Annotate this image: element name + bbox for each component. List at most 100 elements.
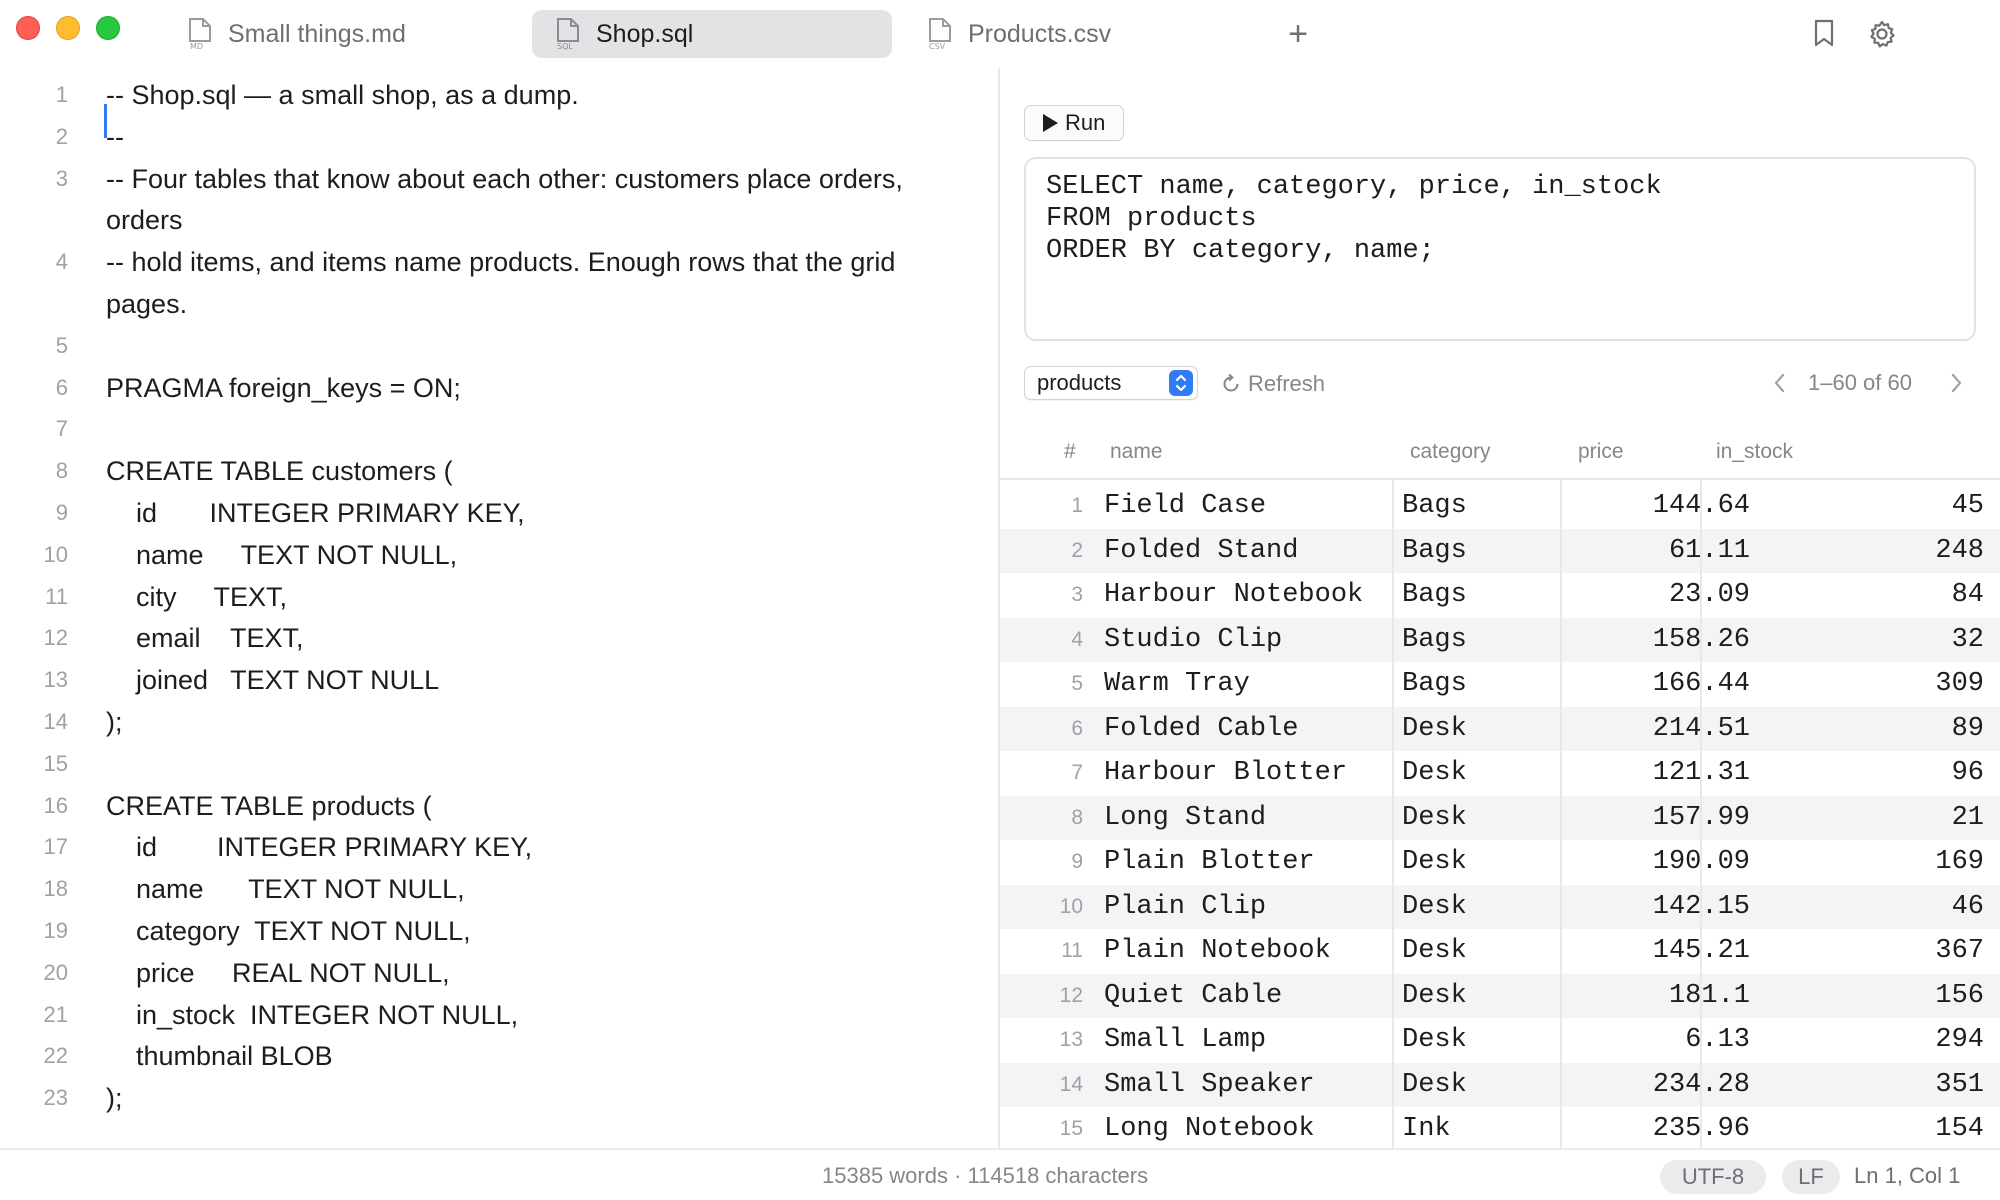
cell-price: 157.99	[1570, 796, 1750, 840]
chevron-updown-icon	[1169, 370, 1193, 396]
line-ending-button[interactable]: LF	[1782, 1160, 1840, 1194]
row-number: 6	[1071, 716, 1083, 740]
code-line: PRAGMA foreign_keys = ON;	[106, 372, 461, 403]
table-row[interactable]: 5 Warm Tray Bags 166.44 309	[1000, 662, 2000, 706]
cell-name: Studio Clip	[1104, 624, 1283, 655]
table-row[interactable]: 2 Folded Stand Bags 61.11 248	[1000, 528, 2000, 573]
status-bar: 15385 words · 114518 characters UTF-8 LF…	[0, 1148, 2000, 1200]
cell-in-stock: 367	[1935, 936, 1984, 966]
cell-name: Folded Stand	[1104, 535, 1299, 566]
cell-in-stock: 351	[1935, 1069, 1984, 1100]
cell-price: 121.31	[1570, 751, 1750, 795]
code-editor[interactable]: 1 2 3 4 5 6 7 8 9 10 11 12 13 14 15 16 17 18 19 20 21 22 23 --…	[0, 68, 1000, 1148]
cell-category: Desk	[1402, 1025, 1467, 1055]
cell-in-stock: 169	[1935, 847, 1984, 877]
chevron-right-icon[interactable]	[1946, 370, 1966, 396]
cell-name: Quiet Cable	[1104, 980, 1283, 1011]
cell-name: Small Speaker	[1104, 1069, 1315, 1100]
encoding-button[interactable]: UTF-8	[1660, 1160, 1766, 1194]
zoom-window-button[interactable]	[96, 16, 120, 40]
table-row[interactable]: 14 Small Speaker Desk 234.28 351	[1000, 1062, 2000, 1107]
tab-small-things-md[interactable]: MD Small things.md	[170, 10, 470, 58]
table-row[interactable]: 7 Harbour Blotter Desk 121.31 96	[1000, 751, 2000, 795]
refresh-button[interactable]: Refresh	[1220, 368, 1325, 400]
table-row[interactable]: 13 Small Lamp Desk 6.13 294	[1000, 1018, 2000, 1062]
column-header-name[interactable]: name	[1110, 440, 1163, 464]
table-row[interactable]: 1 Field Case Bags 144.64 45	[1000, 484, 2000, 528]
column-header-category[interactable]: category	[1410, 440, 1491, 464]
row-number: 13	[1059, 1028, 1083, 1051]
table-row[interactable]: 12 Quiet Cable Desk 181.1 156	[1000, 973, 2000, 1018]
code-line: category TEXT NOT NULL,	[106, 916, 471, 946]
cell-name: Small Lamp	[1104, 1025, 1267, 1055]
row-number: 11	[1061, 939, 1083, 962]
query-line: SELECT name, category, price, in_stock	[1046, 172, 1662, 202]
table-select-value: products	[1037, 370, 1122, 395]
query-line: ORDER BY category, name;	[1046, 236, 1435, 266]
table-row[interactable]: 11 Plain Notebook Desk 145.21 367	[1000, 929, 2000, 973]
cell-category: Bags	[1402, 535, 1467, 566]
table-row[interactable]: 3 Harbour Notebook Bags 23.09 84	[1000, 573, 2000, 617]
minimize-window-button[interactable]	[56, 16, 80, 40]
code-line: price REAL NOT NULL,	[106, 957, 450, 988]
column-header-price[interactable]: price	[1578, 440, 1624, 464]
table-row[interactable]: 8 Long Stand Desk 157.99 21	[1000, 795, 2000, 840]
table-row[interactable]: 6 Folded Cable Desk 214.51 89	[1000, 706, 2000, 751]
line-number: 11	[45, 583, 68, 609]
line-number: 23	[43, 1085, 68, 1111]
line-number: 17	[43, 834, 68, 860]
table-select[interactable]: products	[1024, 366, 1198, 400]
line-number: 2	[55, 123, 68, 149]
line-number: 7	[55, 416, 68, 442]
tab-shop-sql[interactable]: SQL Shop.sql	[532, 10, 892, 58]
code-line: );	[106, 1083, 123, 1114]
row-number: 3	[1071, 583, 1083, 606]
table-row[interactable]: 15 Long Notebook Ink 235.96 154	[1000, 1107, 2000, 1148]
chevron-left-icon[interactable]	[1770, 370, 1790, 396]
cell-in-stock: 154	[1935, 1114, 1984, 1144]
code-line-wrap: orders	[106, 205, 183, 236]
run-label: Run	[1065, 110, 1106, 135]
bookmark-icon[interactable]	[1812, 18, 1836, 50]
line-number: 13	[43, 667, 68, 693]
line-number: 3	[55, 165, 68, 191]
code-line: name TEXT NOT NULL,	[106, 539, 458, 570]
code-line: joined TEXT NOT NULL	[106, 665, 440, 696]
column-header-in-stock[interactable]: in_stock	[1716, 440, 1793, 464]
results-grid[interactable]: # name category price in_stock 1 Field Ca…	[1000, 430, 2000, 1148]
refresh-icon	[1220, 373, 1242, 395]
close-window-button[interactable]	[16, 16, 40, 40]
cell-name: Plain Clip	[1104, 891, 1267, 922]
csv-file-icon: CSV	[926, 17, 956, 51]
table-row[interactable]: 4 Studio Clip Bags 158.26 32	[1000, 617, 2000, 662]
table-row[interactable]: 9 Plain Blotter Desk 190.09 169	[1000, 840, 2000, 884]
cell-in-stock: 156	[1935, 980, 1984, 1011]
text-caret	[104, 104, 107, 138]
cell-category: Bags	[1402, 624, 1467, 655]
code-line: id INTEGER PRIMARY KEY,	[106, 498, 525, 528]
tab-products-csv[interactable]: CSV Products.csv	[910, 10, 1210, 58]
column-header-row-number[interactable]: #	[1064, 440, 1076, 464]
run-button[interactable]: Run	[1024, 105, 1124, 141]
cell-category: Bags	[1402, 491, 1467, 521]
refresh-label: Refresh	[1248, 371, 1326, 396]
table-row[interactable]: 10 Plain Clip Desk 142.15 46	[1000, 884, 2000, 929]
column-divider[interactable]	[1700, 480, 1702, 1148]
tab-label: Small things.md	[228, 19, 406, 48]
query-editor[interactable]: SELECT name, category, price, in_stock F…	[1024, 157, 1976, 341]
column-divider[interactable]	[1560, 480, 1562, 1148]
column-divider[interactable]	[1392, 480, 1394, 1148]
new-tab-button[interactable]: +	[1278, 14, 1318, 54]
code-line: city TEXT,	[106, 581, 288, 612]
markdown-file-icon: MD	[186, 17, 216, 51]
cell-category: Bags	[1402, 580, 1467, 610]
code-line: CREATE TABLE products (	[106, 790, 432, 821]
cell-price: 61.11	[1668, 535, 1750, 566]
gear-icon[interactable]	[1866, 18, 1898, 50]
cursor-position[interactable]: Ln 1, Col 1	[1854, 1163, 1960, 1189]
cell-price: 23.09	[1668, 580, 1750, 610]
query-line: FROM products	[1046, 204, 1257, 234]
cell-in-stock: 21	[1951, 802, 1984, 833]
svg-text:MD: MD	[190, 42, 203, 51]
cell-category: Desk	[1402, 891, 1467, 922]
